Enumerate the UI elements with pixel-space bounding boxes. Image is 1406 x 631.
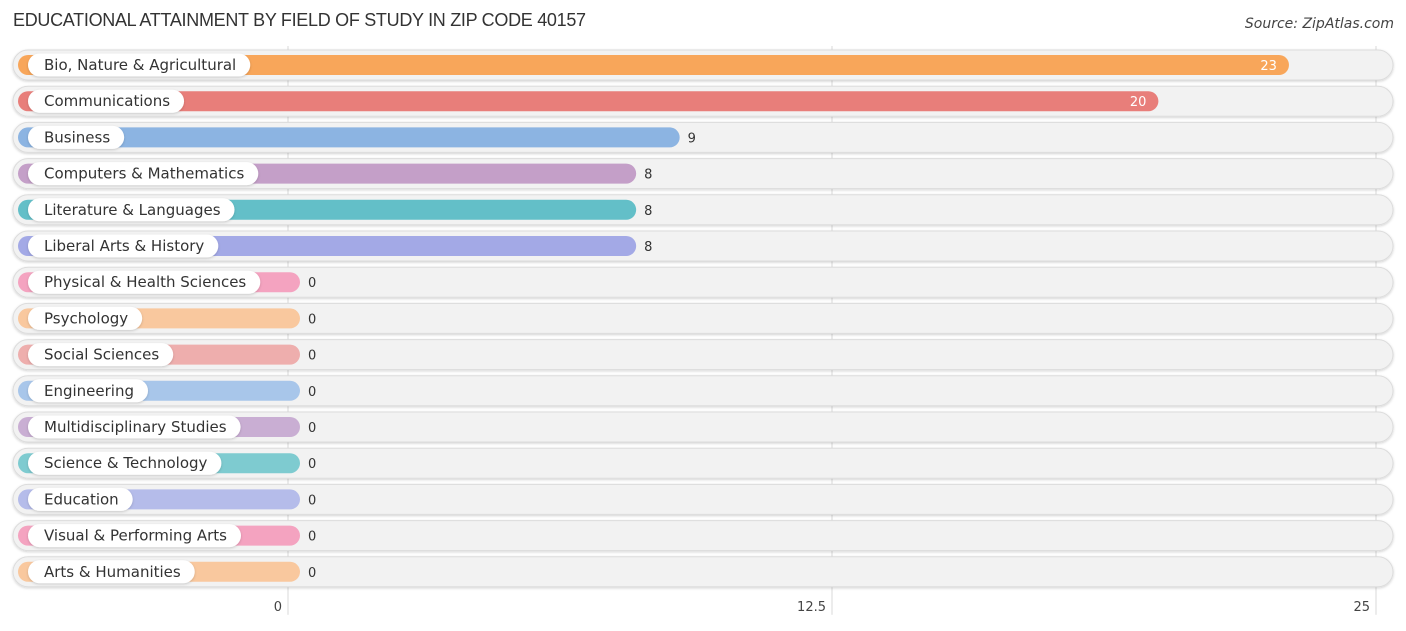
bar-row: Science & Technology 0: [12, 447, 1394, 479]
category-label: Multidisciplinary Studies: [44, 418, 227, 436]
value-label: 0: [308, 312, 316, 327]
category-label: Business: [44, 128, 110, 146]
bar-row: Psychology 0: [12, 302, 1394, 334]
category-label: Social Sciences: [44, 346, 159, 364]
value-label: 0: [308, 493, 316, 508]
bar-row: Computers & Mathematics 8: [12, 158, 1394, 190]
category-label: Psychology: [44, 309, 128, 327]
category-label: Science & Technology: [44, 454, 208, 472]
value-label: 9: [688, 131, 696, 146]
value-label: 0: [308, 421, 316, 436]
value-label: 0: [308, 276, 316, 291]
category-label: Arts & Humanities: [44, 563, 181, 581]
category-label: Liberal Arts & History: [44, 237, 204, 255]
bar-row: Social Sciences 0: [12, 339, 1394, 371]
x-tick-label: 25: [1353, 600, 1370, 615]
value-label: 0: [308, 385, 316, 400]
category-label: Physical & Health Sciences: [44, 273, 246, 291]
bar-row: Visual & Performing Arts 0: [12, 520, 1394, 552]
bar: [18, 91, 1159, 112]
bar-row: Bio, Nature & Agricultural 23: [12, 49, 1394, 81]
value-label: 0: [308, 349, 316, 364]
bar-chart: Bio, Nature & Agricultural 23 Communicatio…: [12, 46, 1394, 615]
value-label: 0: [308, 457, 316, 472]
bar-row: Engineering 0: [12, 375, 1394, 407]
value-label: 8: [644, 240, 652, 255]
category-label: Bio, Nature & Agricultural: [44, 56, 236, 74]
value-label: 23: [1260, 59, 1277, 74]
bar-row: Literature & Languages 8: [12, 194, 1394, 226]
category-label: Communications: [44, 92, 170, 110]
x-tick-label: 12.5: [797, 600, 826, 615]
category-label: Education: [44, 490, 119, 508]
value-label: 8: [644, 168, 652, 183]
category-label: Visual & Performing Arts: [44, 527, 227, 545]
x-tick-label: 0: [274, 600, 282, 615]
category-label: Literature & Languages: [44, 201, 221, 219]
bar-row: Communications 20: [12, 85, 1394, 117]
value-label: 20: [1130, 95, 1147, 110]
bar-row: Arts & Humanities 0: [12, 556, 1394, 588]
category-label: Computers & Mathematics: [44, 165, 244, 183]
value-label: 0: [308, 530, 316, 545]
bar-row: Physical & Health Sciences 0: [12, 266, 1394, 298]
bar-row: Business 9: [12, 121, 1394, 153]
category-label: Engineering: [44, 382, 134, 400]
bar-row: Liberal Arts & History 8: [12, 230, 1394, 262]
bar-row: Education 0: [12, 483, 1394, 515]
bar-row: Multidisciplinary Studies 0: [12, 411, 1394, 443]
value-label: 0: [308, 566, 316, 581]
value-label: 8: [644, 204, 652, 219]
